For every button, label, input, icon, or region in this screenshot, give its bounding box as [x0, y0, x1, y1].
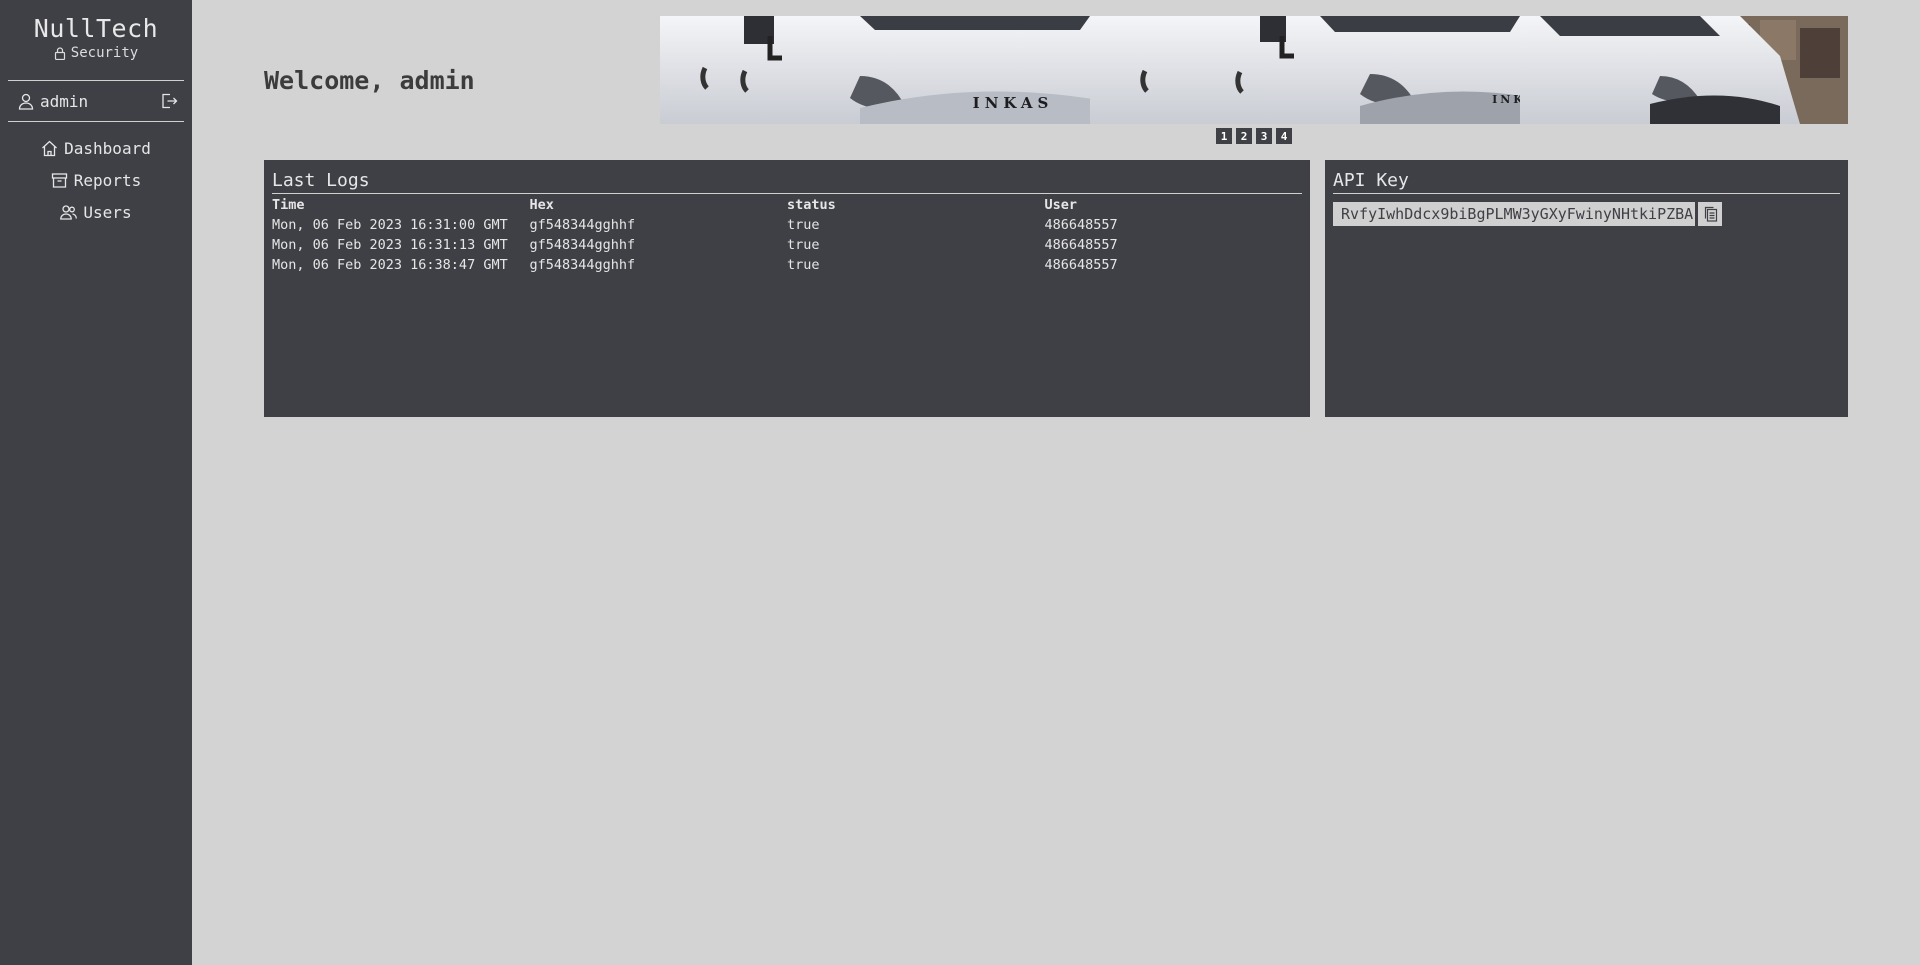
cell-time: Mon, 06 Feb 2023 16:38:47 GMT — [272, 257, 508, 273]
carousel-page-3[interactable]: 3 — [1256, 128, 1272, 144]
sidebar-nav: Dashboard Reports Users — [0, 122, 192, 228]
user-icon — [18, 93, 34, 110]
cell-status: true — [787, 237, 820, 253]
user-row: admin — [0, 81, 192, 121]
logs-table: Time Hex status User Mon, 06 Feb 2023 16… — [272, 195, 1302, 275]
cell-hex: gf548344gghhf — [529, 257, 636, 273]
home-icon — [42, 140, 58, 156]
carousel-page-2[interactable]: 2 — [1236, 128, 1252, 144]
banner-image: INKAS INKAS — [660, 16, 1848, 124]
copy-icon — [1704, 206, 1717, 222]
brand-subtitle-text: Security — [70, 45, 139, 61]
users-icon — [60, 204, 78, 220]
cell-user: 486648557 — [1044, 217, 1118, 233]
column-header-hex: Hex — [529, 197, 554, 213]
column-header-user: User — [1044, 197, 1078, 213]
sidebar-item-reports[interactable]: Reports — [0, 164, 192, 196]
svg-text:INKAS: INKAS — [973, 94, 1054, 112]
cell-status: true — [787, 257, 820, 273]
cell-user: 486648557 — [1044, 257, 1118, 273]
sidebar-item-users[interactable]: Users — [0, 196, 192, 228]
last-logs-panel: Last Logs Time Hex status User Mon, 06 F… — [264, 160, 1310, 417]
cell-time: Mon, 06 Feb 2023 16:31:13 GMT — [272, 237, 508, 253]
banner-carousel: INKAS INKAS — [660, 16, 1848, 124]
username: admin — [40, 91, 89, 111]
lock-icon — [54, 46, 65, 60]
carousel-pager: 1 2 3 4 — [1216, 128, 1292, 144]
carousel-page-1[interactable]: 1 — [1216, 128, 1232, 144]
copy-button[interactable] — [1698, 202, 1723, 226]
brand-name: NullTech — [33, 14, 159, 43]
sidebar-item-label: Reports — [73, 170, 142, 190]
cell-time: Mon, 06 Feb 2023 16:31:00 GMT — [272, 217, 508, 233]
cell-user: 486648557 — [1044, 237, 1118, 253]
api-key-panel: API Key RvfyIwhDdcx9biBgPLMW3yGXyFwinyNH… — [1325, 160, 1848, 417]
column-header-status: status — [787, 197, 836, 213]
sidebar-item-dashboard[interactable]: Dashboard — [0, 132, 192, 164]
column-header-time: Time — [272, 197, 305, 213]
panel-title: Last Logs — [272, 170, 1302, 194]
table-header-row: Time Hex status User — [272, 195, 1302, 215]
brand-subtitle: Security — [0, 45, 192, 61]
table-row: Mon, 06 Feb 2023 16:38:47 GMT gf548344gg… — [272, 255, 1302, 275]
table-row: Mon, 06 Feb 2023 16:31:00 GMT gf548344gg… — [272, 215, 1302, 235]
welcome-heading: Welcome, admin — [264, 66, 475, 95]
cell-hex: gf548344gghhf — [529, 217, 636, 233]
cell-status: true — [787, 217, 820, 233]
sidebar-item-label: Users — [83, 202, 132, 222]
panel-title: API Key — [1333, 170, 1840, 194]
carousel-page-4[interactable]: 4 — [1276, 128, 1292, 144]
sidebar-item-label: Dashboard — [64, 138, 151, 158]
api-key-row: RvfyIwhDdcx9biBgPLMW3yGXyFwinyNHtkiPZBA — [1333, 202, 1840, 226]
sidebar: NullTech Security admin Dashboard Report… — [0, 0, 192, 965]
cell-hex: gf548344gghhf — [529, 237, 636, 253]
api-key-value[interactable]: RvfyIwhDdcx9biBgPLMW3yGXyFwinyNHtkiPZBA — [1333, 202, 1696, 226]
table-row: Mon, 06 Feb 2023 16:31:13 GMT gf548344gg… — [272, 235, 1302, 255]
archive-icon — [51, 172, 67, 188]
brand: NullTech Security — [0, 0, 192, 61]
logout-icon[interactable] — [160, 92, 178, 110]
